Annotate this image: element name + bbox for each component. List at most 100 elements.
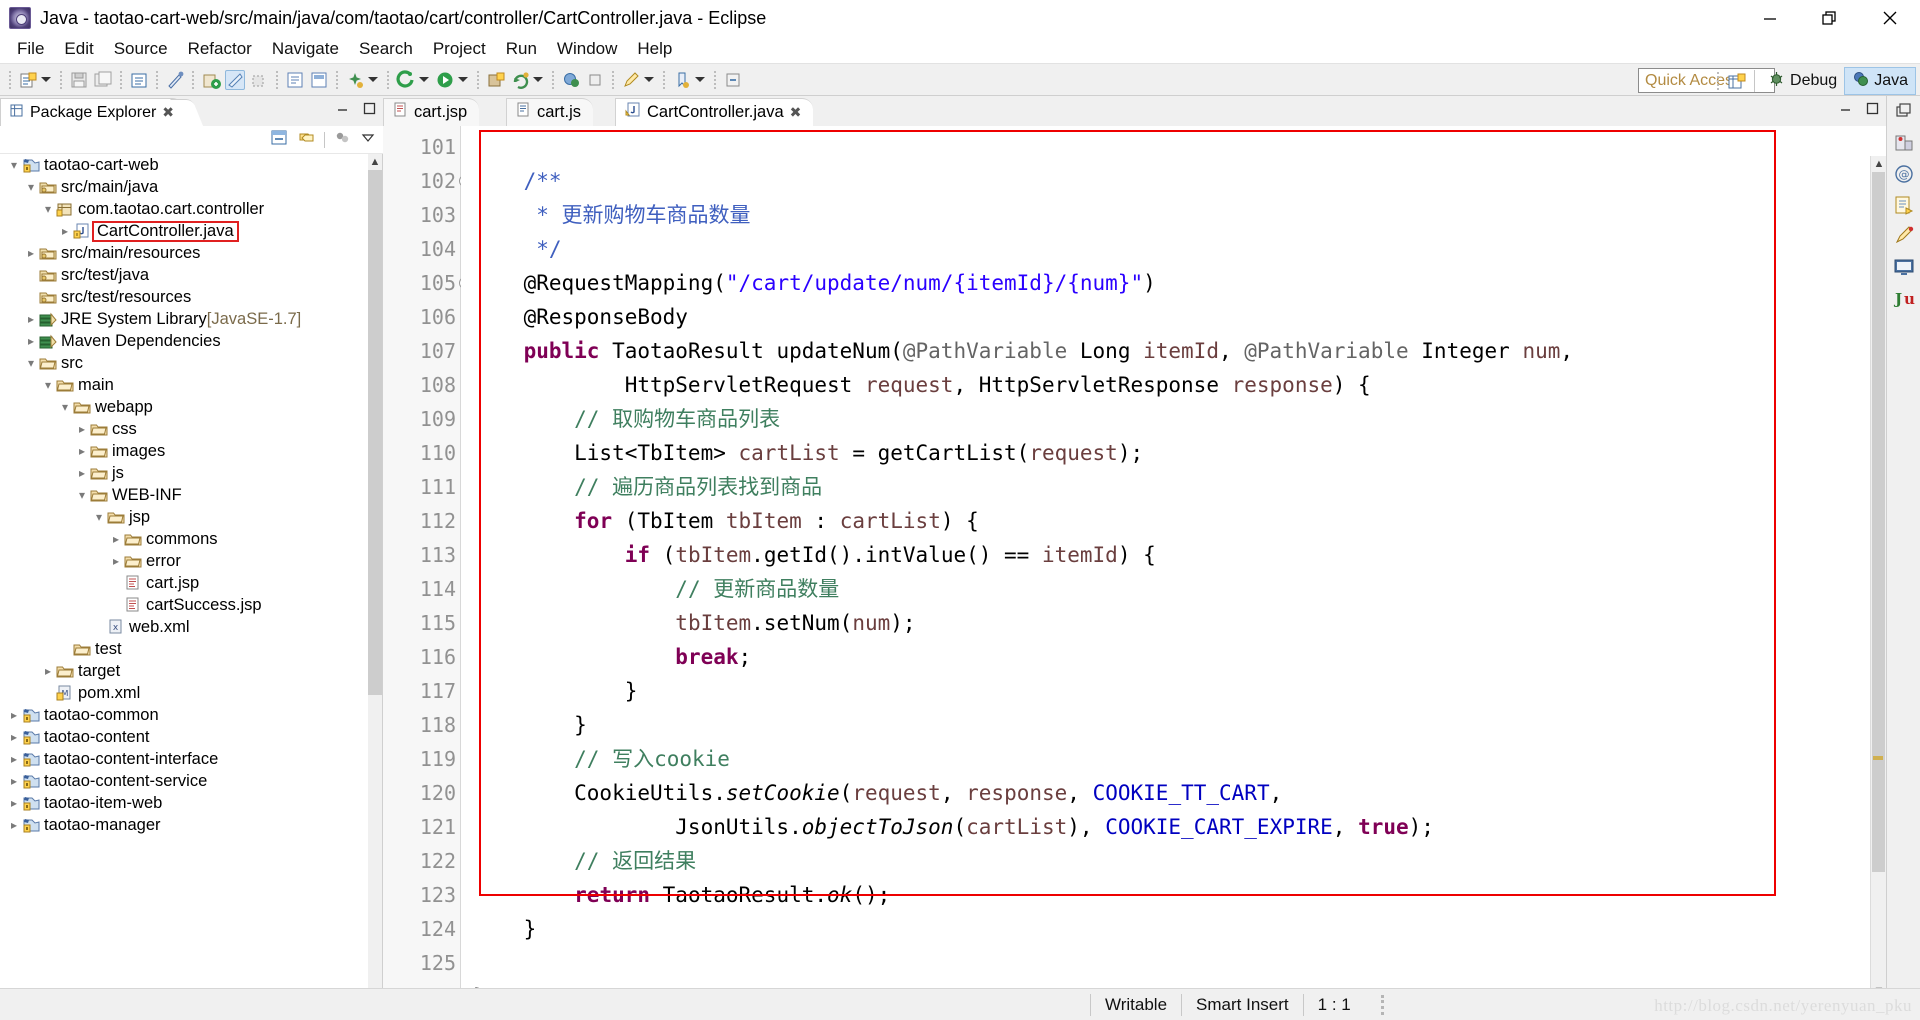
editor-tab-cart-js[interactable]: cart.js	[506, 98, 594, 126]
minimize-editor-icon[interactable]	[1838, 101, 1853, 121]
minimize-view-icon[interactable]	[335, 101, 350, 121]
tree-item-pom-xml[interactable]: Mpom.xml	[0, 682, 382, 704]
scroll-up-arrow-icon[interactable]: ▲	[368, 154, 382, 170]
chevron-down-icon[interactable]: ▾	[74, 488, 90, 502]
new-package-icon[interactable]	[249, 70, 269, 90]
snippets-view-icon[interactable]	[1893, 194, 1915, 216]
print-icon[interactable]	[129, 70, 149, 90]
editor-tab-cart-jsp[interactable]: cart.jsp	[383, 98, 480, 126]
perspective-java[interactable]: Java	[1844, 66, 1916, 95]
menu-project[interactable]: Project	[423, 38, 496, 61]
annotation-icon[interactable]	[621, 70, 641, 90]
tree-item-src-main-resources[interactable]: ▸ src/main/resources	[0, 242, 382, 264]
new-wizard-dropdown-icon[interactable]	[41, 77, 51, 82]
chevron-down-icon[interactable]: ▾	[91, 510, 107, 524]
search-icon[interactable]	[585, 70, 605, 90]
chevron-right-icon[interactable]: ▸	[6, 752, 22, 766]
open-type-icon[interactable]	[285, 70, 305, 90]
package-explorer-tab[interactable]: Package Explorer ✖	[0, 98, 185, 126]
tree-item-taotao-manager[interactable]: ▸ taotao-manager	[0, 814, 382, 836]
menu-navigate[interactable]: Navigate	[262, 38, 349, 61]
maximize-restore-button[interactable]	[1800, 0, 1860, 36]
tree-item-taotao-content[interactable]: ▸ taotao-content	[0, 726, 382, 748]
tree-item-taotao-content-service[interactable]: ▸ taotao-content-service	[0, 770, 382, 792]
open-perspective-icon[interactable]	[561, 70, 581, 90]
chevron-right-icon[interactable]: ▸	[108, 554, 124, 568]
tree-item-taotao-cart-web[interactable]: ▾ taotao-cart-web	[0, 154, 382, 176]
tree-item-jsp[interactable]: ▾ jsp	[0, 506, 382, 528]
tree-item-src[interactable]: ▾ src	[0, 352, 382, 374]
tree-item-src-test-java[interactable]: src/test/java	[0, 264, 382, 286]
chevron-right-icon[interactable]: ▸	[23, 246, 39, 260]
update-dropdown-icon[interactable]	[533, 77, 543, 82]
debug-dropdown-icon[interactable]	[419, 77, 429, 82]
tree-item-src-test-resources[interactable]: src/test/resources	[0, 286, 382, 308]
new-java-class-icon[interactable]	[225, 69, 245, 90]
chevron-right-icon[interactable]: ▸	[57, 224, 73, 238]
new-perspective-icon[interactable]	[1726, 71, 1746, 91]
chevron-right-icon[interactable]: ▸	[74, 422, 90, 436]
servers-view-icon[interactable]	[1893, 132, 1915, 154]
chevron-right-icon[interactable]: ▸	[23, 334, 39, 348]
tree-item-taotao-common[interactable]: ▸ taotao-common	[0, 704, 382, 726]
menu-edit[interactable]: Edit	[54, 38, 103, 61]
chevron-down-icon[interactable]: ▾	[6, 158, 22, 172]
chevron-down-icon[interactable]: ▾	[40, 202, 56, 216]
close-button[interactable]	[1860, 0, 1920, 36]
open-task-icon[interactable]	[309, 70, 329, 90]
tree-item-cartsuccess-jsp[interactable]: cartSuccess.jsp	[0, 594, 382, 616]
new-java-project-icon[interactable]	[201, 70, 221, 90]
tree-item-commons[interactable]: ▸ commons	[0, 528, 382, 550]
external-tools-icon[interactable]	[345, 70, 365, 90]
tree-item-maven-dependencies[interactable]: ▸ Maven Dependencies	[0, 330, 382, 352]
tree-item-main[interactable]: ▾ main	[0, 374, 382, 396]
close-icon[interactable]: ✖	[790, 104, 802, 121]
chevron-right-icon[interactable]: ▸	[6, 708, 22, 722]
editor-tab-cartcontroller-java[interactable]: CartController.java ✖	[615, 98, 814, 126]
markers-view-icon[interactable]	[1893, 225, 1915, 247]
console-view-icon[interactable]	[1893, 256, 1915, 278]
tree-item-taotao-item-web[interactable]: ▸ taotao-item-web	[0, 792, 382, 814]
tree-item-webapp[interactable]: ▾ webapp	[0, 396, 382, 418]
tree-scroll-thumb[interactable]	[368, 170, 382, 695]
perspective-debug[interactable]: Debug	[1761, 68, 1844, 94]
run-icon[interactable]	[435, 70, 455, 90]
tree-item-web-xml[interactable]: x web.xml	[0, 616, 382, 638]
external-tools-dropdown-icon[interactable]	[368, 77, 378, 82]
editor-vertical-scrollbar[interactable]: ▲ ▼	[1870, 156, 1886, 999]
previous-annotation-icon[interactable]	[723, 70, 743, 90]
new-server-icon[interactable]	[486, 70, 506, 90]
bookmark-dropdown-icon[interactable]	[695, 77, 705, 82]
chevron-right-icon[interactable]: ▸	[6, 774, 22, 788]
menu-refactor[interactable]: Refactor	[178, 38, 262, 61]
editor-scroll-thumb[interactable]	[1872, 172, 1885, 872]
link-with-editor-icon[interactable]	[297, 128, 316, 152]
tree-item-com-taotao-cart-controller[interactable]: ▾ com.taotao.cart.controller	[0, 198, 382, 220]
tree-item-web-inf[interactable]: ▾ WEB-INF	[0, 484, 382, 506]
restore-view-icon[interactable]	[1893, 101, 1915, 123]
chevron-down-icon[interactable]: ▾	[23, 356, 39, 370]
chevron-right-icon[interactable]: ▸	[74, 466, 90, 480]
debug-icon[interactable]	[396, 69, 416, 90]
tree-item-cart-jsp[interactable]: cart.jsp	[0, 572, 382, 594]
menu-window[interactable]: Window	[547, 38, 627, 61]
scroll-up-arrow-icon[interactable]: ▲	[1872, 156, 1886, 172]
new-wizard-icon[interactable]	[18, 70, 38, 90]
menu-source[interactable]: Source	[104, 38, 178, 61]
maximize-view-icon[interactable]	[362, 101, 377, 121]
tree-item-test[interactable]: test	[0, 638, 382, 660]
junit-view-icon[interactable]: Ju	[1893, 287, 1915, 309]
chevron-right-icon[interactable]: ▸	[40, 664, 56, 678]
chevron-right-icon[interactable]: ▸	[23, 312, 39, 326]
chevron-right-icon[interactable]: ▸	[74, 444, 90, 458]
menu-run[interactable]: Run	[496, 38, 547, 61]
tree-item-src-main-java[interactable]: ▾ src/main/java	[0, 176, 382, 198]
bookmark-icon[interactable]	[672, 70, 692, 90]
status-resize-handle[interactable]	[1380, 994, 1384, 1015]
collapse-all-icon[interactable]	[270, 128, 289, 152]
project-tree[interactable]: ▾ taotao-cart-web ▾ src/main/java ▾ com.taota…	[0, 154, 383, 1020]
chevron-right-icon[interactable]: ▸	[6, 818, 22, 832]
tree-item-target[interactable]: ▸ target	[0, 660, 382, 682]
tree-item-js[interactable]: ▸ js	[0, 462, 382, 484]
close-icon[interactable]: ✖	[162, 104, 174, 121]
